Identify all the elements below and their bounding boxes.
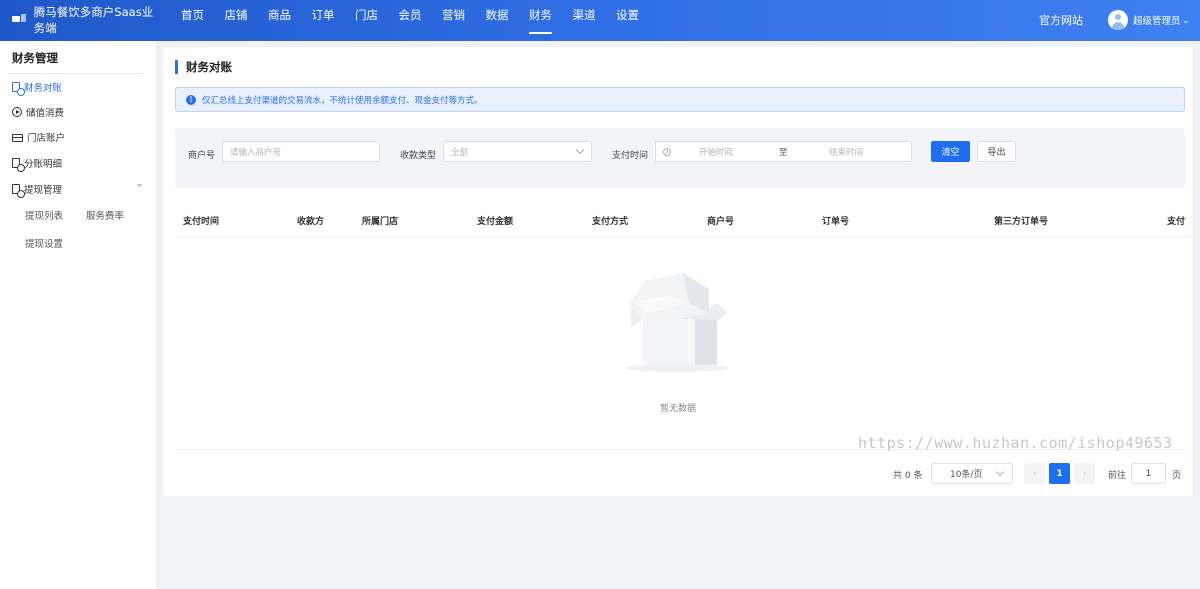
goto-page-input[interactable]: 1 (1131, 463, 1166, 484)
document-coin-icon (12, 184, 25, 198)
nav-marketing[interactable]: 营销 (442, 0, 465, 41)
column-header[interactable]: 支付方式 (592, 214, 628, 227)
column-header[interactable]: 第三方订单号 (994, 214, 1048, 227)
page-unit-label: 页 (1172, 471, 1182, 481)
range-separator: 至 (779, 147, 788, 158)
next-page-button[interactable]: › (1074, 463, 1095, 484)
info-alert: ! 仅汇总线上支付渠道的交易流水，不统计使用余额支付、现金支付等方式。 (175, 87, 1185, 112)
column-header[interactable]: 支付 (1167, 214, 1185, 227)
end-time-placeholder[interactable]: 结束时间 (829, 146, 863, 158)
watermark: https://www.huzhan.com/ishop49653 (858, 434, 1173, 452)
payment-type-select[interactable]: 全部 (443, 141, 592, 162)
table-header: 支付时间 收款方 所属门店 支付金额 支付方式 商户号 订单号 第三方订单号 支… (175, 202, 1193, 237)
page-title: 财务对账 (175, 60, 232, 74)
sidebar-item-label: 储值消费 (26, 108, 65, 119)
column-header[interactable]: 收款方 (297, 214, 324, 227)
document-coin-icon (12, 82, 25, 96)
chevron-down-icon (575, 145, 585, 155)
sidebar-item-stored-value[interactable]: 储值消费 (12, 104, 64, 120)
merchant-input[interactable]: 请输入商户号 (222, 141, 380, 162)
empty-box-icon (626, 273, 728, 372)
column-header[interactable]: 订单号 (822, 214, 849, 227)
merchant-label: 商户号 (188, 151, 216, 161)
sidebar-subitem-withdrawal-settings[interactable]: 提现设置 (25, 236, 63, 250)
nav-orders[interactable]: 订单 (312, 0, 335, 41)
card-icon (12, 133, 23, 142)
top-bar: 腾马餐饮多商户Saas业务端 首页 店铺 商品 订单 门店 会员 营销 数据 财… (0, 0, 1200, 41)
nav-shop[interactable]: 店铺 (225, 0, 248, 41)
sidebar-subitem-withdrawal-list[interactable]: 提现列表 (25, 208, 63, 222)
sidebar-item-label: 提现管理 (24, 185, 63, 196)
sidebar-item-label: 财务对账 (24, 83, 63, 94)
nav-finance[interactable]: 财务 (529, 0, 552, 41)
brand-name: 腾马餐饮多商户Saas业务端 (33, 5, 154, 35)
clock-icon (663, 147, 671, 156)
payment-type-value: 全部 (451, 147, 469, 158)
column-header[interactable]: 支付金额 (477, 214, 513, 227)
export-button[interactable]: 导出 (977, 141, 1016, 162)
empty-text: 暂无数据 (660, 404, 697, 414)
filter-panel: 商户号 请输入商户号 收款类型 全部 支付时间 开始时间 至 结束时间 清空 导… (175, 128, 1185, 188)
chevron-down-icon (995, 467, 1005, 477)
nav-products[interactable]: 商品 (268, 0, 291, 41)
type-label: 收款类型 (400, 151, 437, 161)
sidebar-item-label: 门店账户 (27, 133, 66, 144)
brand-logo-icon (12, 14, 26, 24)
goto-label: 前往 (1108, 471, 1127, 481)
clear-button[interactable]: 清空 (931, 141, 970, 162)
nav-members[interactable]: 会员 (399, 0, 422, 41)
user-name: 超级管理员 (1133, 16, 1181, 27)
user-menu[interactable]: 超级管理员 ⌄ (1108, 10, 1189, 30)
document-coin-icon (12, 158, 25, 172)
brand[interactable]: 腾马餐饮多商户Saas业务端 (12, 4, 160, 38)
chevron-up-icon[interactable]: ⌃ (136, 183, 143, 192)
time-label: 支付时间 (612, 151, 649, 161)
sidebar-item-withdrawal[interactable]: 提现管理 (12, 181, 63, 198)
main-card: 财务对账 ! 仅汇总线上支付渠道的交易流水，不统计使用余额支付、现金支付等方式。… (163, 47, 1193, 496)
sidebar-item-label: 分账明细 (24, 159, 63, 170)
pagination-total: 共 0 条 (893, 471, 923, 481)
avatar (1108, 10, 1128, 30)
main-nav: 首页 店铺 商品 订单 门店 会员 营销 数据 财务 渠道 设置 (181, 0, 660, 41)
sidebar-item-reconciliation[interactable]: 财务对账 (12, 79, 63, 96)
sidebar: 财务管理 财务对账 储值消费 门店账户 分账明细 提现管理 ⌃ 提现列表 服务费… (0, 41, 156, 589)
nav-channels[interactable]: 渠道 (573, 0, 596, 41)
column-header[interactable]: 商户号 (707, 214, 734, 227)
nav-home[interactable]: 首页 (181, 0, 204, 41)
nav-data[interactable]: 数据 (486, 0, 509, 41)
play-circle-icon (12, 107, 22, 117)
page-size-value: 10条/页 (950, 470, 983, 480)
sidebar-subitem-service-rate[interactable]: 服务费率 (86, 208, 124, 222)
chevron-down-icon: ⌄ (1182, 15, 1190, 25)
info-icon: ! (186, 94, 196, 105)
sidebar-divider (8, 73, 143, 74)
current-page-button[interactable]: 1 (1049, 463, 1070, 484)
nav-stores[interactable]: 门店 (355, 0, 378, 41)
merchant-placeholder: 请输入商户号 (230, 147, 282, 158)
prev-page-button[interactable]: ‹ (1024, 463, 1045, 484)
sidebar-item-store-account[interactable]: 门店账户 (12, 129, 65, 145)
column-header[interactable]: 所属门店 (362, 214, 398, 227)
alert-text: 仅汇总线上支付渠道的交易流水，不统计使用余额支付、现金支付等方式。 (202, 95, 483, 106)
column-header[interactable]: 支付时间 (183, 214, 219, 227)
start-time-placeholder[interactable]: 开始时间 (699, 146, 779, 158)
sidebar-title: 财务管理 (12, 51, 58, 65)
date-range-picker[interactable]: 开始时间 至 结束时间 (655, 141, 912, 162)
sidebar-item-split-details[interactable]: 分账明细 (12, 155, 63, 172)
nav-settings[interactable]: 设置 (616, 0, 639, 41)
page-size-select[interactable]: 10条/页 (931, 463, 1013, 484)
official-site-link[interactable]: 官方网站 (1039, 12, 1083, 28)
